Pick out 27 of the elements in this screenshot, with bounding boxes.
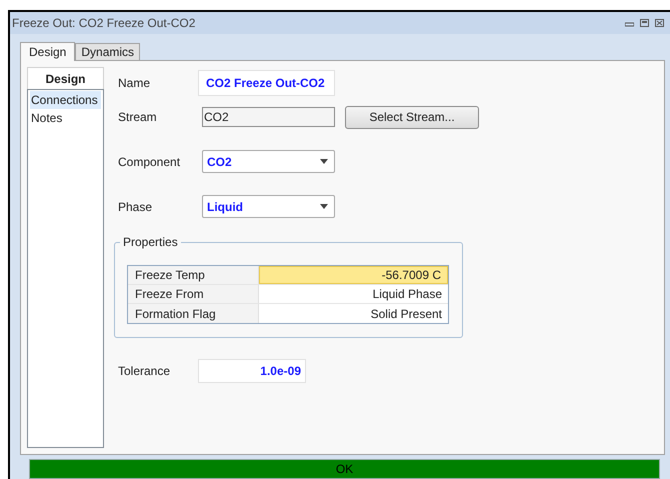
table-cell: Formation Flag [128,304,259,323]
ok-button[interactable]: OK [29,459,660,479]
properties-legend: Properties [120,234,181,250]
table-cell: Freeze Temp [128,266,259,284]
sidebar-item[interactable]: Notes [30,109,101,127]
window-title: Freeze Out: CO2 Freeze Out-CO2 [12,15,196,32]
phase-dropdown[interactable]: Liquid [202,195,335,218]
table-cell: Freeze From [128,285,259,303]
caret-icon [320,204,328,209]
sidebar-item[interactable]: Connections [30,91,101,109]
component-label: Component [118,154,182,170]
sidebar-title: Design [27,67,104,89]
select-stream-button[interactable]: Select Stream... [345,106,479,128]
table-cell: -56.7009 C [259,266,448,284]
name-label: Name [118,75,152,92]
tolerance-field[interactable]: 1.0e-09 [198,359,306,383]
stream-field[interactable]: CO2 [202,107,335,127]
component-dropdown[interactable]: CO2 [202,150,335,173]
tab[interactable]: Dynamics [75,43,140,60]
tolerance-label: Tolerance [118,363,172,380]
phase-label: Phase [118,198,154,216]
tab[interactable]: Design [20,42,76,61]
stream-label: Stream [118,109,158,126]
close-icon[interactable] [655,19,664,27]
caret-icon [320,159,328,164]
maximize-icon[interactable] [640,19,649,27]
name-field[interactable]: CO2 Freeze Out-CO2 [198,70,335,96]
